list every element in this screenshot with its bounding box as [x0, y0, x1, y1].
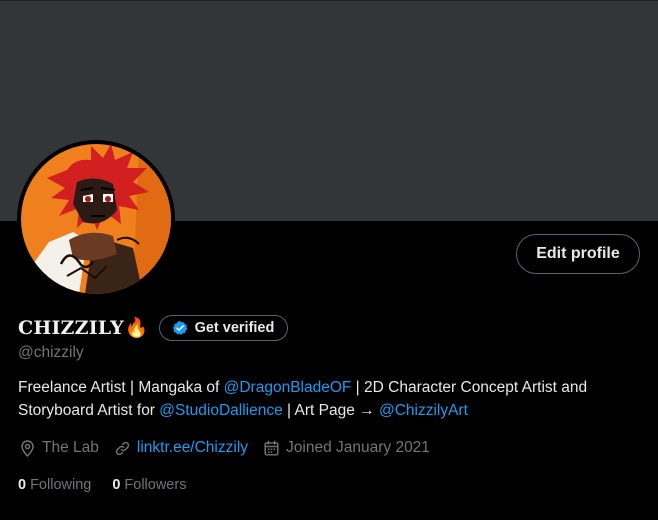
- joined-text: Joined January 2021: [286, 439, 430, 456]
- joined-item: Joined January 2021: [262, 439, 430, 458]
- bio-text: Freelance Artist | Mangaka of: [18, 379, 224, 396]
- location-item: The Lab: [18, 439, 99, 458]
- followers-link[interactable]: 0 Followers: [112, 477, 186, 493]
- location-text: The Lab: [42, 439, 99, 456]
- following-link[interactable]: 0 Following: [18, 477, 91, 493]
- edit-profile-button[interactable]: Edit profile: [516, 234, 640, 274]
- followers-count: 0: [112, 477, 121, 493]
- location-pin-icon: [21, 439, 34, 457]
- verified-badge-icon: [172, 321, 187, 335]
- website-item[interactable]: linktr.ee/Chizzily: [113, 439, 248, 458]
- bio-mention-chizzilyart[interactable]: @ChizzilyArt: [379, 402, 468, 419]
- link-icon: [115, 441, 130, 455]
- avatar[interactable]: [17, 140, 175, 298]
- fire-emoji: 🔥: [124, 317, 149, 339]
- get-verified-label: Get verified: [194, 320, 275, 336]
- bio-text: | Art Page →: [282, 401, 379, 419]
- bio-mention-dragonblade[interactable]: @DragonBladeOF: [224, 379, 352, 396]
- follow-stats: 0 Following 0 Followers: [18, 474, 207, 496]
- name-row: CHIZZILY 🔥 Get verified: [18, 313, 289, 343]
- get-verified-button[interactable]: Get verified: [158, 315, 289, 341]
- display-name: CHIZZILY: [18, 317, 124, 339]
- profile-bio: Freelance Artist | Mangaka of @DragonBla…: [18, 377, 648, 422]
- website-link[interactable]: linktr.ee/Chizzily: [137, 439, 248, 457]
- followers-label: Followers: [124, 477, 187, 493]
- avatar-image: [21, 144, 171, 294]
- following-label: Following: [30, 477, 92, 493]
- bio-mention-studiodallience[interactable]: @StudioDallience: [159, 402, 282, 419]
- profile-handle: @chizzily: [18, 344, 84, 361]
- profile-meta: The Lab linktr.ee/Chizzily Joined Januar…: [18, 436, 444, 460]
- following-count: 0: [18, 477, 27, 493]
- calendar-icon: [264, 440, 279, 456]
